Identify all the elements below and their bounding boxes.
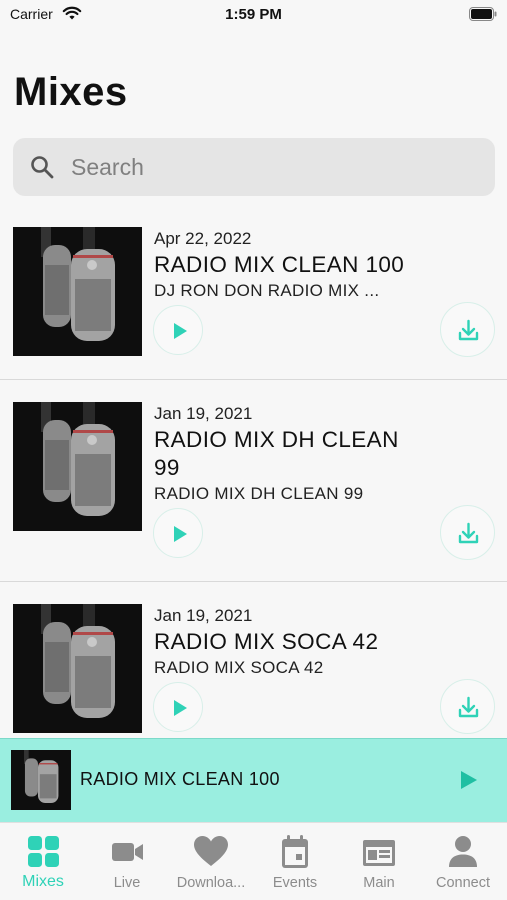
tab-label: Downloa...: [176, 875, 246, 891]
tab-label: Main: [363, 875, 395, 891]
status-bar: Carrier 1:59 PM: [0, 0, 507, 30]
tab-mixes[interactable]: Mixes: [1, 823, 85, 900]
browser-window-icon: [363, 840, 395, 866]
mix-artwork: [13, 604, 142, 733]
mix-item[interactable]: Jan 19, 2021 RADIO MIX SOCA 42 RADIO MIX…: [0, 582, 507, 738]
mix-item[interactable]: Apr 22, 2022 RADIO MIX CLEAN 100 DJ RON …: [0, 208, 507, 380]
person-icon: [449, 836, 477, 867]
download-button[interactable]: [440, 505, 495, 560]
mix-list[interactable]: Apr 22, 2022 RADIO MIX CLEAN 100 DJ RON …: [0, 208, 507, 738]
play-button[interactable]: [153, 682, 203, 732]
now-playing-title: RADIO MIX CLEAN 100: [80, 769, 280, 789]
tab-events[interactable]: Events: [253, 823, 337, 900]
tab-label: Mixes: [22, 873, 64, 890]
search-bar[interactable]: [13, 138, 495, 196]
download-icon: [458, 319, 479, 341]
play-button[interactable]: [153, 305, 203, 355]
download-button[interactable]: [440, 679, 495, 734]
mix-title: RADIO MIX CLEAN 100: [154, 252, 405, 277]
tab-live[interactable]: Live: [85, 823, 169, 900]
status-time: 1:59 PM: [225, 6, 282, 23]
page-title: Mixes: [14, 70, 128, 114]
calendar-icon: [282, 835, 308, 868]
tab-label: Live: [113, 875, 141, 891]
grid-icon: [28, 836, 59, 867]
download-button[interactable]: [440, 302, 495, 357]
mix-artist: RADIO MIX SOCA 42: [154, 658, 324, 677]
mix-date: Apr 22, 2022: [154, 229, 252, 248]
mix-date: Jan 19, 2021: [154, 606, 253, 625]
download-icon: [458, 696, 479, 718]
mix-date: Jan 19, 2021: [154, 404, 253, 423]
mix-artwork: [13, 402, 142, 531]
mix-artist: RADIO MIX DH CLEAN 99: [154, 484, 364, 503]
mix-title: RADIO MIX SOCA 42: [154, 629, 379, 654]
tab-bar: Mixes Live Downloa... Events Main Connec…: [0, 822, 507, 900]
mix-item[interactable]: Jan 19, 2021 RADIO MIX DH CLEAN 99 RADIO…: [0, 380, 507, 582]
play-icon: [174, 700, 187, 716]
tab-connect[interactable]: Connect: [421, 823, 505, 900]
search-icon: [30, 155, 54, 184]
battery-icon: [469, 7, 497, 26]
now-playing-artwork: [11, 750, 71, 810]
play-icon: [174, 323, 187, 339]
heart-icon: [194, 836, 228, 866]
search-input[interactable]: [71, 138, 471, 196]
mini-player[interactable]: RADIO MIX CLEAN 100: [0, 738, 507, 822]
mini-play-button[interactable]: [456, 767, 482, 793]
play-icon: [461, 771, 477, 789]
tab-main[interactable]: Main: [337, 823, 421, 900]
video-camera-icon: [112, 843, 143, 861]
mix-title: RADIO MIX DH CLEAN 99: [154, 427, 399, 480]
tab-label: Events: [272, 875, 318, 891]
tab-downloads[interactable]: Downloa...: [169, 823, 253, 900]
tab-label: Connect: [435, 875, 490, 891]
play-icon: [174, 526, 187, 542]
download-icon: [458, 522, 479, 544]
mix-artist: DJ RON DON RADIO MIX ...: [154, 281, 380, 300]
play-button[interactable]: [153, 508, 203, 558]
mix-artwork: [13, 227, 142, 356]
